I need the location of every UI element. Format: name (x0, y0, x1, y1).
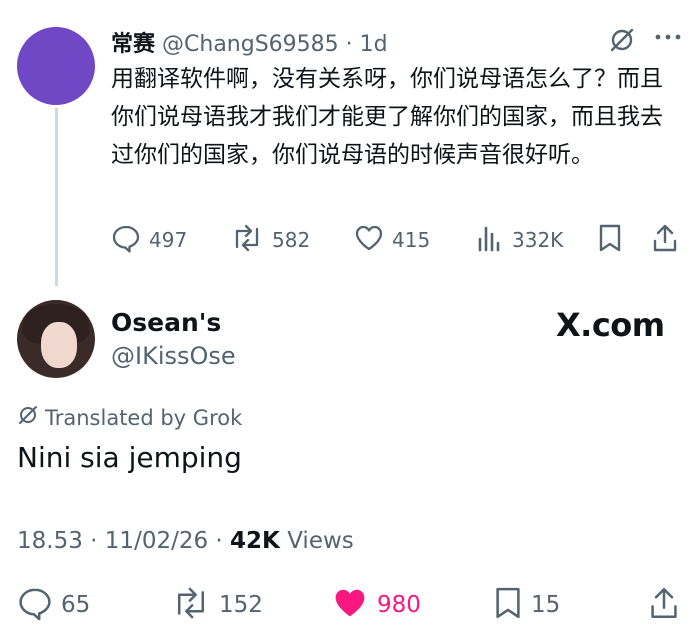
bookmark-icon[interactable] (597, 223, 623, 257)
bookmark-icon (493, 585, 523, 625)
repost-icon (230, 223, 264, 257)
post-bookmark-action[interactable]: 15 (493, 585, 560, 625)
grok-icon[interactable] (608, 26, 636, 54)
heart-filled-icon (331, 585, 369, 625)
avatar[interactable] (17, 27, 95, 105)
post-like-count: 980 (377, 592, 421, 618)
translated-by-text: Translated by Grok (45, 405, 243, 430)
share-icon[interactable] (651, 223, 679, 257)
post-views-label: Views (287, 528, 354, 554)
translation-label[interactable]: Translated by Grok (17, 404, 242, 431)
reply-count: 497 (149, 228, 188, 252)
grok-icon (17, 404, 39, 431)
separator-dot: · (215, 528, 231, 554)
reply-icon (111, 223, 141, 257)
avatar-face (41, 322, 77, 368)
repost-icon (171, 585, 211, 625)
reply-display-name[interactable]: 常赛 (111, 32, 155, 57)
reply-time[interactable]: 1d (360, 32, 388, 57)
more-icon[interactable] (654, 26, 682, 48)
post-time[interactable]: 18.53 (17, 528, 83, 554)
thread-line (55, 108, 58, 286)
post-repost-action[interactable]: 152 (171, 585, 263, 625)
author-handle[interactable]: @IKissOse (111, 342, 236, 370)
post-like-action[interactable]: 980 (331, 585, 421, 625)
like-icon (354, 223, 384, 257)
separator-dot: · (90, 528, 105, 554)
post-reply-count: 65 (61, 592, 91, 618)
repost-action[interactable]: 582 (230, 223, 310, 257)
reply-action[interactable]: 497 (111, 223, 187, 257)
like-action[interactable]: 415 (354, 223, 430, 257)
post-bookmark-count: 15 (531, 592, 561, 618)
like-count: 415 (392, 228, 431, 252)
author-avatar[interactable] (17, 300, 95, 378)
reply-text: 用翻译软件啊，没有关系呀，你们说母语怎么了？而且你们说母语我才我们才能更了解你们… (111, 66, 663, 168)
separator-dot: · (338, 32, 360, 57)
views-action[interactable]: 332K (476, 223, 563, 257)
share-icon[interactable] (648, 585, 680, 625)
post-meta: 18.53 · 11/02/26 · 42K Views (17, 528, 354, 554)
post-reply-action[interactable]: 65 (17, 585, 90, 625)
post-repost-count: 152 (219, 592, 263, 618)
views-icon (476, 223, 504, 257)
reply-header: 常赛 @ChangS69585 · 1d (111, 26, 388, 58)
post-views-count: 42K (230, 528, 280, 554)
author-display-name[interactable]: Osean's (111, 308, 221, 337)
reply-icon (17, 585, 53, 625)
views-count: 332K (512, 228, 564, 252)
repost-count: 582 (272, 228, 311, 252)
post-text: Nini sia jemping (17, 441, 242, 474)
reply-handle[interactable]: @ChangS69585 (162, 32, 339, 57)
post-date[interactable]: 11/02/26 (105, 528, 208, 554)
xcom-watermark: X.com (556, 306, 665, 344)
